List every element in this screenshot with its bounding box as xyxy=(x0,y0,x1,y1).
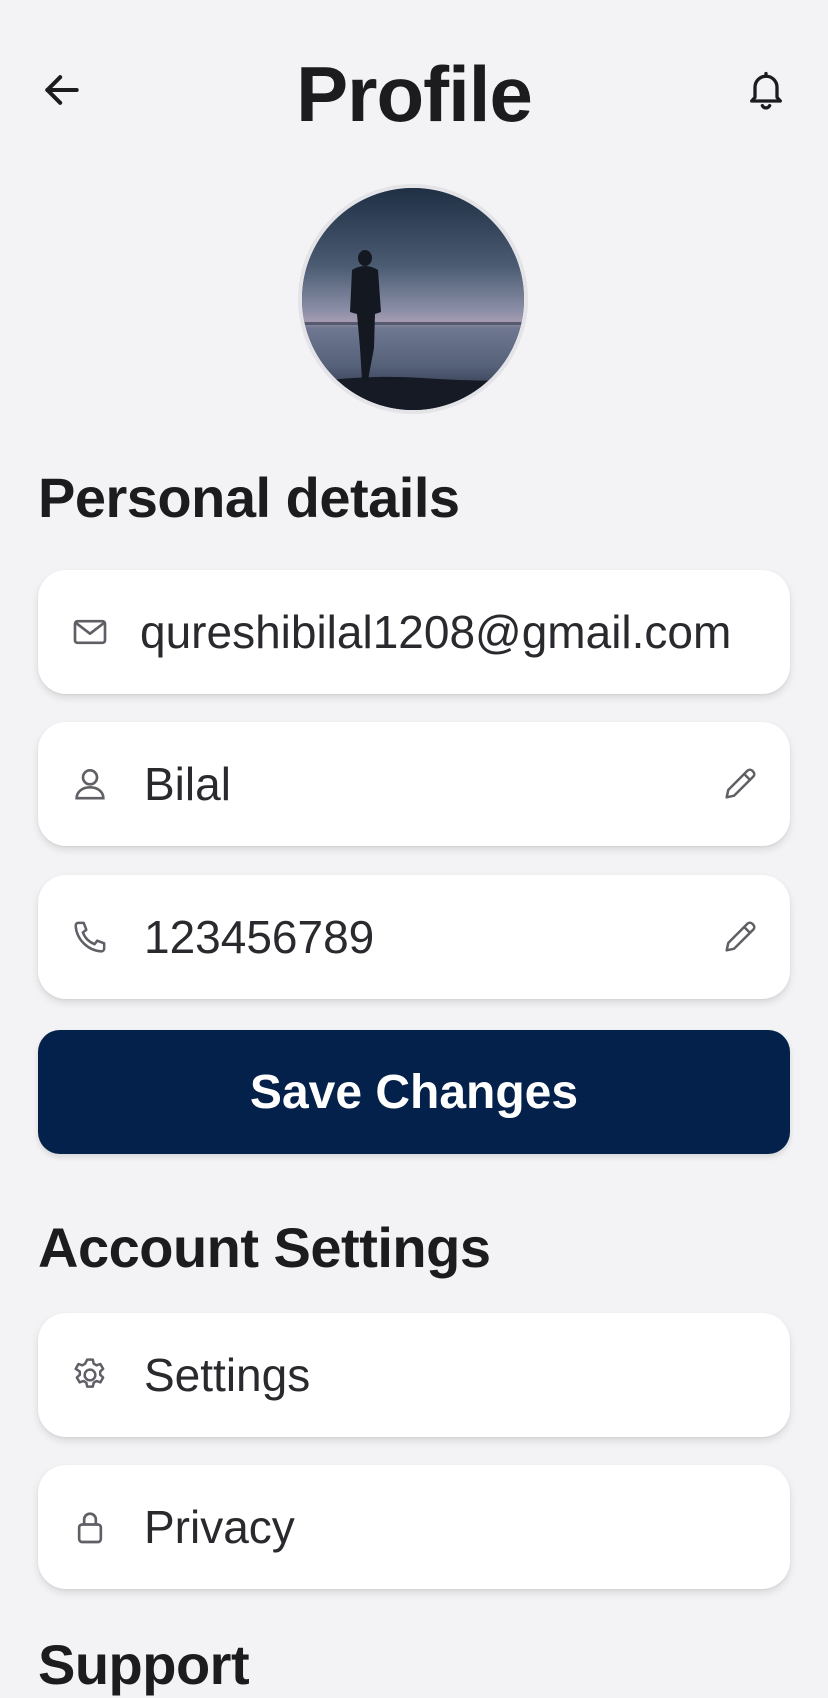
avatar[interactable] xyxy=(298,184,528,414)
app-header: Profile xyxy=(0,0,828,190)
phone-icon xyxy=(66,913,114,961)
support-heading: Support xyxy=(38,1633,250,1696)
pencil-icon[interactable] xyxy=(716,913,764,961)
email-value[interactable]: qureshibilal1208@gmail.com xyxy=(140,605,764,659)
gear-icon xyxy=(66,1351,114,1399)
settings-item[interactable]: Settings xyxy=(38,1313,790,1437)
save-changes-button[interactable]: Save Changes xyxy=(38,1030,790,1154)
privacy-label: Privacy xyxy=(144,1501,295,1553)
profile-photo xyxy=(302,188,524,410)
account-settings-heading: Account Settings xyxy=(38,1216,491,1279)
notifications-button[interactable] xyxy=(738,62,794,118)
lock-icon xyxy=(66,1503,114,1551)
privacy-item[interactable]: Privacy xyxy=(38,1465,790,1589)
page-title: Profile xyxy=(296,50,533,138)
mail-icon xyxy=(66,608,114,656)
personal-details-heading: Personal details xyxy=(38,466,460,529)
bell-icon xyxy=(750,71,782,110)
phone-field[interactable]: 123456789 xyxy=(38,875,790,999)
name-value[interactable]: Bilal xyxy=(144,757,716,811)
settings-label: Settings xyxy=(144,1349,311,1401)
email-field[interactable]: qureshibilal1208@gmail.com xyxy=(38,570,790,694)
pencil-icon[interactable] xyxy=(716,760,764,808)
user-icon xyxy=(66,760,114,808)
phone-value[interactable]: 123456789 xyxy=(144,910,716,964)
name-field[interactable]: Bilal xyxy=(38,722,790,846)
